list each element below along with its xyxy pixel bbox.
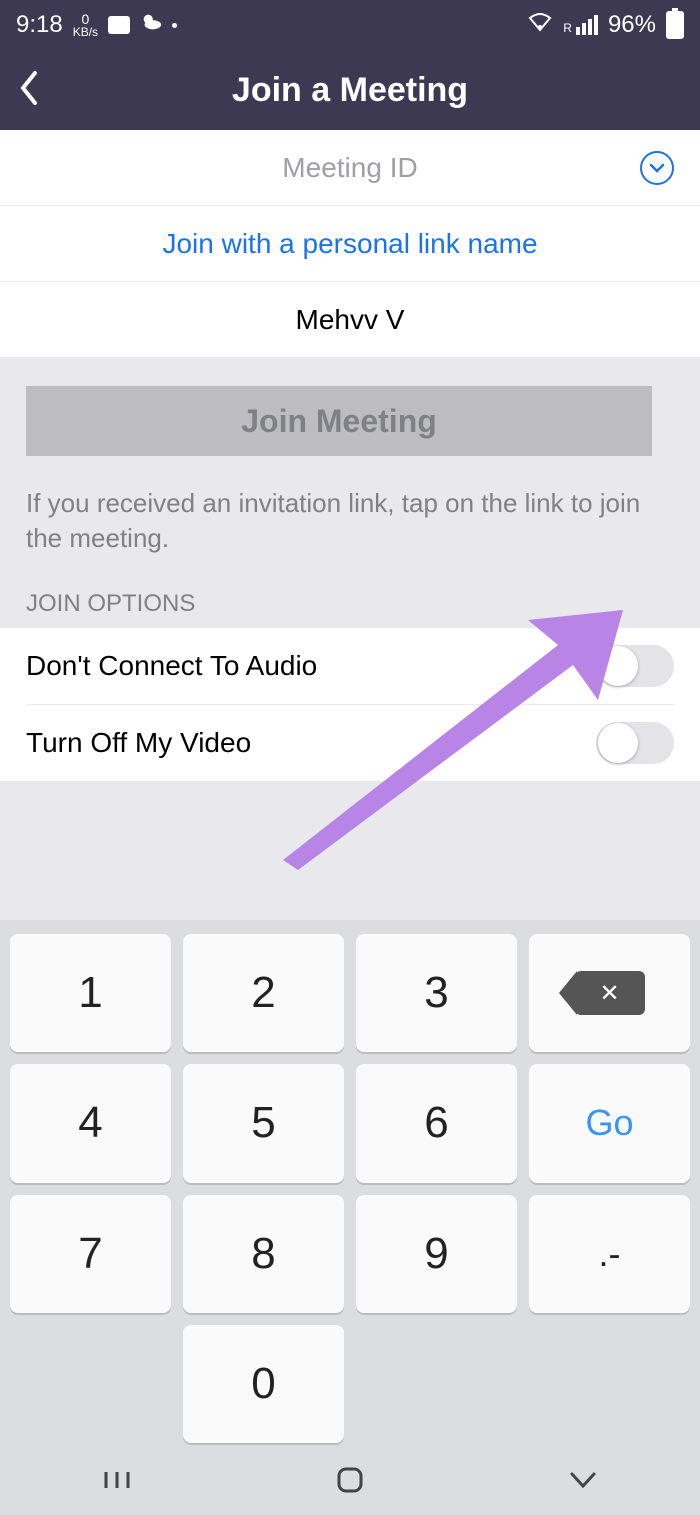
message-icon xyxy=(108,16,130,34)
key-6[interactable]: 6 xyxy=(356,1064,517,1182)
meeting-id-input[interactable]: Meeting ID xyxy=(0,130,700,206)
page-title: Join a Meeting xyxy=(0,71,700,110)
wifi-icon xyxy=(527,11,553,39)
personal-link-button[interactable]: Join with a personal link name xyxy=(0,206,700,282)
system-nav-bar xyxy=(0,1449,700,1515)
key-1[interactable]: 1 xyxy=(10,934,171,1052)
key-4[interactable]: 4 xyxy=(10,1064,171,1182)
join-meeting-button[interactable]: Join Meeting xyxy=(26,386,652,456)
toggle-audio[interactable] xyxy=(596,645,674,687)
key-9[interactable]: 9 xyxy=(356,1195,517,1313)
nav-home-button[interactable] xyxy=(336,1466,364,1499)
app-header: Join a Meeting xyxy=(0,50,700,130)
key-2[interactable]: 2 xyxy=(183,934,344,1052)
help-text: If you received an invitation link, tap … xyxy=(0,466,700,566)
nav-recent-button[interactable] xyxy=(102,1468,132,1497)
key-go[interactable]: Go xyxy=(529,1064,690,1182)
key-8[interactable]: 8 xyxy=(183,1195,344,1313)
nav-back-button[interactable] xyxy=(568,1470,598,1495)
signal-icon: R xyxy=(563,15,598,35)
key-symbols[interactable]: .- xyxy=(529,1195,690,1313)
backspace-icon: ✕ xyxy=(575,971,645,1015)
back-button[interactable] xyxy=(18,71,40,110)
status-bar: 9:18 0 KB/s R 96% xyxy=(0,0,700,50)
battery-icon xyxy=(666,11,684,39)
network-speed: 0 KB/s xyxy=(73,12,98,38)
key-backspace[interactable]: ✕ xyxy=(529,934,690,1052)
numeric-keyboard: 1 2 3 ✕ 4 5 6 Go 7 8 9 .- 0 xyxy=(0,920,700,1515)
key-3[interactable]: 3 xyxy=(356,934,517,1052)
join-options-label: JOIN OPTIONS xyxy=(0,566,700,628)
weather-icon xyxy=(140,11,162,40)
option-turn-off-video: Turn Off My Video xyxy=(0,705,700,781)
option-dont-connect-audio: Don't Connect To Audio xyxy=(0,628,700,704)
key-0[interactable]: 0 xyxy=(183,1325,344,1443)
toggle-video[interactable] xyxy=(596,722,674,764)
meeting-id-placeholder: Meeting ID xyxy=(282,152,417,184)
key-5[interactable]: 5 xyxy=(183,1064,344,1182)
key-7[interactable]: 7 xyxy=(10,1195,171,1313)
more-notification-dot-icon xyxy=(172,23,177,28)
display-name-input[interactable]: Mehvv V xyxy=(0,282,700,358)
battery-percent: 96% xyxy=(608,11,656,39)
clock: 9:18 xyxy=(16,11,63,39)
dropdown-button[interactable] xyxy=(640,151,674,185)
